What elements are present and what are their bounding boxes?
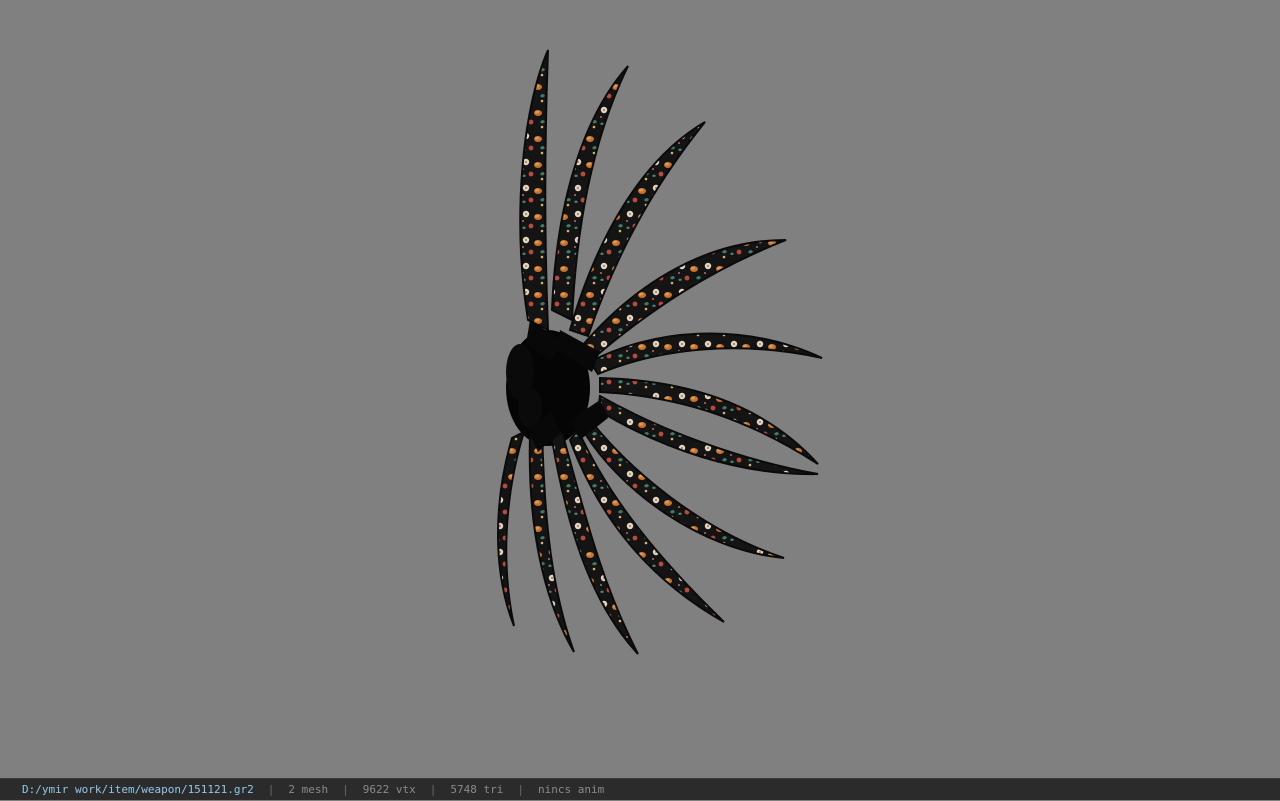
animation-status-text: nincs anim — [538, 783, 605, 796]
file-path-text: D:/ymir work/item/weapon/151121.gr2 — [22, 783, 254, 796]
3d-viewport[interactable] — [0, 0, 1280, 778]
vertex-count-text: 9622 vtx — [362, 783, 416, 796]
separator: | — [267, 783, 275, 796]
separator: | — [342, 783, 349, 796]
separator: | — [517, 783, 525, 796]
weapon-model — [497, 49, 823, 655]
mesh-count-text: 2 mesh — [288, 783, 329, 796]
model-render — [497, 49, 823, 655]
status-bar: D:/ymir work/item/weapon/151121.gr2 | 2 me… — [0, 778, 1280, 800]
triangle-count-text: 5748 tri — [450, 783, 504, 796]
separator: | — [429, 783, 437, 796]
